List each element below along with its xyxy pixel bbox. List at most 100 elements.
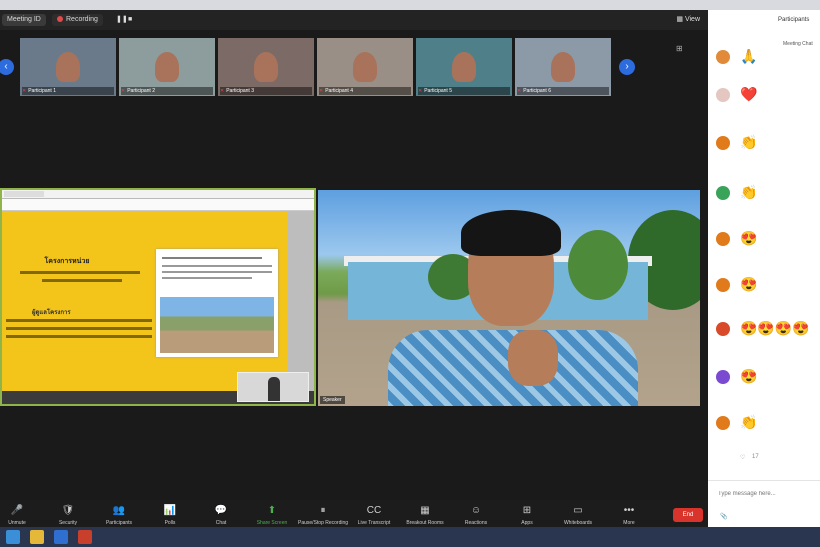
meeting-info-button[interactable]: Meeting ID [2, 14, 46, 26]
view-button[interactable]: ▦ View [676, 15, 700, 23]
slide-side-panel [288, 211, 314, 391]
chat-message: 😍 [708, 356, 820, 400]
breakout-rooms-icon: ▦ [420, 505, 430, 516]
security-icon: 🛡 [61, 505, 75, 516]
participant-figure [353, 52, 377, 82]
mute-icon: 🎤 [10, 505, 24, 516]
chat-message: 😍 [708, 264, 820, 308]
participant-thumbnail[interactable]: ✕ Participant 2 [119, 38, 215, 96]
participant-figure [254, 52, 278, 82]
toolbar-label: Apps [521, 520, 533, 526]
pause-icon[interactable]: ❚❚ [116, 16, 128, 23]
muted-mic-icon: ✕ [220, 88, 225, 94]
reactions-icon: ☺ [470, 505, 482, 516]
card-photo [160, 297, 274, 353]
participant-name-text: Participant 2 [127, 88, 155, 94]
participant-name-text: Participant 4 [325, 88, 353, 94]
muted-mic-icon: ✕ [319, 88, 324, 94]
participant-name-text: Participant 3 [226, 88, 254, 94]
slide-image-card [156, 249, 278, 357]
participant-figure [551, 52, 575, 82]
browser-icon[interactable] [54, 530, 68, 544]
slide-subtitle: ผู้ดูแลโครงการ [32, 310, 71, 316]
recording-indicator: Recording [52, 14, 103, 26]
participant-thumbnail[interactable]: ✕ Participant 5 [416, 38, 512, 96]
speaker-name-label: Speaker [320, 396, 345, 404]
card-text-line [162, 277, 252, 279]
muted-mic-icon: ✕ [22, 88, 27, 94]
avatar [716, 186, 730, 200]
heart-icon[interactable]: ♡ [740, 454, 745, 461]
end-meeting-button[interactable]: End [673, 508, 703, 522]
participant-thumbnail[interactable]: ✕ Participant 6 [515, 38, 611, 96]
shared-window-titlebar [2, 190, 314, 199]
toolbar-label: Breakout Rooms [406, 520, 444, 526]
whiteboards-icon: ▭ [573, 505, 583, 516]
record-dot-icon [57, 16, 63, 22]
toolbar-label: Chat [215, 520, 227, 526]
participant-figure [155, 52, 179, 82]
participant-thumbnail[interactable]: ✕ Participant 3 [218, 38, 314, 96]
muted-mic-icon: ✕ [121, 88, 126, 94]
participant-name: ✕ Participant 5 [418, 87, 510, 95]
windows-start-icon[interactable] [6, 530, 20, 544]
participant-thumbnail[interactable]: ✕ Participant 4 [317, 38, 413, 96]
shared-screen[interactable]: โครงการหน่วย ผู้ดูแลโครงการ [0, 188, 316, 406]
participant-thumbnail[interactable]: ✕ Participant 1 [20, 38, 116, 96]
card-text-line [162, 271, 272, 273]
participants-panel-title: Participants [778, 17, 810, 23]
stop-icon[interactable]: ■ [128, 16, 134, 23]
chat-message-input[interactable] [718, 488, 818, 500]
participant-name: ✕ Participant 4 [319, 87, 411, 95]
chat-icon: 💬 [214, 505, 228, 516]
apps-icon: ⊞ [522, 505, 532, 516]
grid-icon[interactable]: ⊞ [676, 44, 684, 53]
chat-message: ❤️ [708, 74, 820, 118]
participant-name: ✕ Participant 2 [121, 87, 213, 95]
thumbnails-prev-button[interactable]: ‹ [0, 59, 14, 75]
share-screen-icon: ⬆ [267, 505, 277, 516]
live-transcript-icon: CC [366, 505, 382, 516]
avatar [716, 370, 730, 384]
desktop: Meeting ID Recording ❚❚ ■ ▦ View ✕ Partic… [0, 0, 820, 547]
slide-text-line [6, 327, 152, 330]
chat-message-emoji: 👏 [740, 184, 758, 200]
background-tree [568, 230, 628, 300]
chat-message: 👏 [708, 402, 820, 446]
presenter-video-pip [237, 372, 309, 402]
more-icon: ••• [623, 505, 635, 516]
toolbar-label: Participants [105, 520, 133, 526]
avatar [716, 416, 730, 430]
meeting-header: Meeting ID Recording ❚❚ ■ ▦ View [0, 10, 708, 30]
zoom-meeting-window: Meeting ID Recording ❚❚ ■ ▦ View ✕ Partic… [0, 10, 708, 537]
chat-message: 👏 [708, 172, 820, 216]
chat-message-emoji: 😍 [740, 230, 758, 246]
windows-taskbar [0, 527, 820, 547]
file-explorer-icon[interactable] [30, 530, 44, 544]
thumbnails-next-button[interactable]: › [619, 59, 635, 75]
toolbar-label: Live Transcript [357, 520, 391, 526]
chat-message-emoji: 😍😍😍😍 [740, 320, 810, 336]
chat-panel: Participants Meeting Chat 🙏 ❤️ 👏 👏 😍 😍 😍😍😍😍 😍 👏 … [708, 10, 820, 527]
chat-divider [708, 480, 820, 481]
zoom-app-icon[interactable] [78, 530, 92, 544]
avatar [716, 232, 730, 246]
slide-text-line [20, 271, 140, 274]
chat-message-emoji: 😍 [740, 276, 758, 292]
reaction-count: 17 [752, 454, 759, 460]
active-speaker-video[interactable]: Speaker [318, 190, 700, 406]
toolbar-label: Share Screen [256, 520, 288, 526]
speaker-hand [508, 330, 558, 386]
participant-name: ✕ Participant 3 [220, 87, 312, 95]
card-text-line [162, 257, 262, 259]
avatar [716, 88, 730, 102]
file-icon[interactable]: 📎 [720, 513, 727, 520]
avatar [716, 322, 730, 336]
chat-message-emoji: 👏 [740, 414, 758, 430]
toolbar-label: Unmute [8, 520, 26, 526]
participant-name-text: Participant 1 [28, 88, 56, 94]
chat-message: 👏 [708, 122, 820, 166]
participant-figure [56, 52, 80, 82]
avatar [716, 50, 730, 64]
presenter-figure [268, 377, 280, 401]
